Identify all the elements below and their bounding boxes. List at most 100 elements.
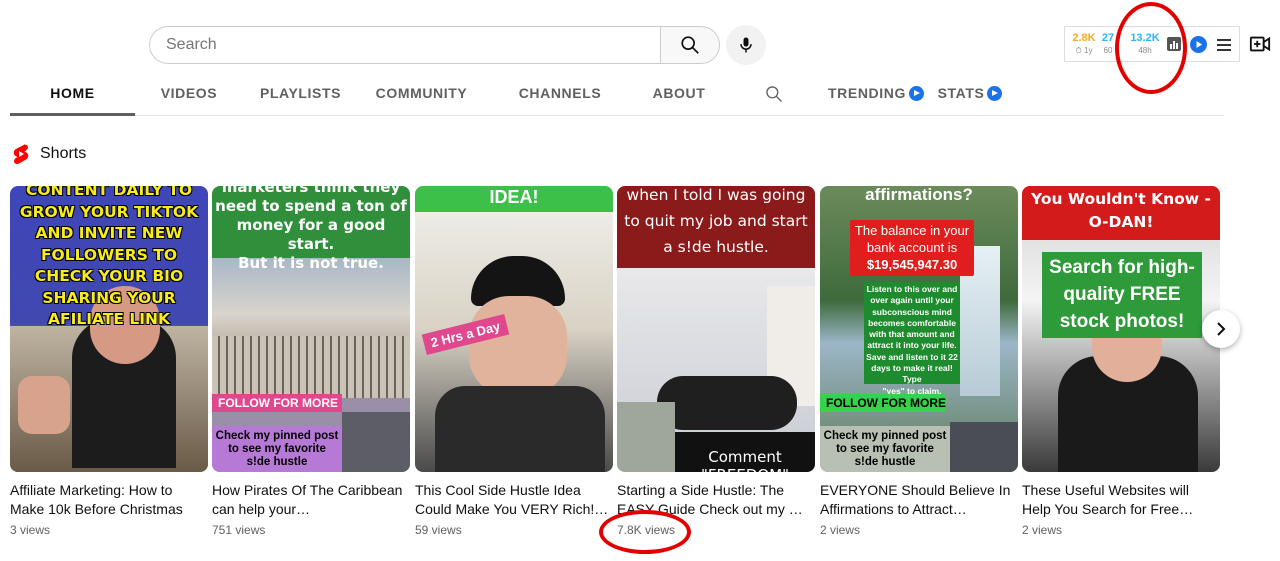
tab-trending-label: TRENDING <box>828 85 906 101</box>
overlay-line: affirmations? <box>865 186 973 204</box>
short-title[interactable]: EVERYONE Should Believe In Affirmations … <box>820 481 1018 519</box>
short-views: 751 views <box>212 523 266 537</box>
short-item[interactable]: affirmations? The balance in your bank a… <box>820 186 1018 537</box>
tab-stats-label: STATS <box>937 85 985 101</box>
microphone-icon <box>740 37 752 53</box>
stat-1y-label-text: 1y <box>1084 46 1093 55</box>
comment-prompt: Comment "FREEDOM" <box>701 448 789 472</box>
overlay-line: SHARING YOUR <box>42 288 176 307</box>
tab-playlists[interactable]: PLAYLISTS <box>243 72 358 116</box>
create-video-icon[interactable] <box>1249 33 1271 55</box>
pinned-note: Check my pinned post to see my favorite … <box>212 426 342 472</box>
stat-1y-value: 2.8K <box>1072 32 1096 44</box>
play-badge-icon[interactable] <box>1190 36 1207 53</box>
annotation-circle <box>1115 2 1187 94</box>
overlay-line: AND INVITE NEW <box>35 224 183 242</box>
listen-line: with that amount and <box>869 329 955 340</box>
listen-box: Listen to this over and over again until… <box>864 282 960 396</box>
pinned-note: Check my pinned post to see my favorite … <box>820 426 950 472</box>
overlay-line: But it is not true. <box>238 254 384 272</box>
balance-line: The balance in your <box>854 223 970 238</box>
tab-channels[interactable]: CHANNELS <box>508 72 612 116</box>
listen-line: days to make it real! Type <box>871 363 953 385</box>
tab-trending[interactable]: TRENDING <box>826 72 926 116</box>
short-views: 59 views <box>415 523 462 537</box>
short-title[interactable]: How Pirates Of The Caribbean can help yo… <box>212 481 410 519</box>
short-thumbnail[interactable]: You Wouldn't Know - O-DAN! Search for hi… <box>1022 186 1220 472</box>
overlay-line: when I told I was going <box>626 186 806 204</box>
search-button[interactable] <box>660 26 720 64</box>
short-thumbnail[interactable]: when I told I was going to quit my job a… <box>617 186 815 472</box>
overlay-line: FOLLOWERS TO <box>40 245 178 264</box>
overlay-line: money for a good start. <box>236 216 386 253</box>
listen-line: over again until your <box>870 295 954 306</box>
short-views: 2 views <box>1022 523 1063 537</box>
annotation-circle <box>599 510 691 554</box>
short-item[interactable]: marketers think they need to spend a ton… <box>212 186 410 537</box>
search-input[interactable] <box>166 36 661 54</box>
tab-videos[interactable]: VIDEOS <box>135 72 243 116</box>
tab-about[interactable]: ABOUT <box>640 72 718 116</box>
shorts-logo-icon <box>13 144 29 164</box>
overlay-line: need to spend a ton of <box>215 197 407 215</box>
play-badge-icon <box>987 85 1003 101</box>
overlay-line: CONTENT DAILY TO <box>25 186 193 199</box>
listen-line: becomes comfortable <box>868 317 956 328</box>
stat-1y: 2.8K ⏱ 1y <box>1069 33 1099 55</box>
tab-community[interactable]: COMMUNITY <box>365 72 478 116</box>
overlay-line: CHECK YOUR BIO <box>34 267 184 285</box>
overlay-line: IDEA! <box>489 187 539 207</box>
promo-line: quality FREE <box>1063 284 1181 305</box>
overlay-line: a s!de hustle. <box>663 238 769 256</box>
search-box[interactable] <box>149 26 661 64</box>
short-thumbnail[interactable]: marketers think they need to spend a ton… <box>212 186 410 472</box>
short-item[interactable]: You Wouldn't Know - O-DAN! Search for hi… <box>1022 186 1220 537</box>
channel-tabs: HOME VIDEOS PLAYLISTS COMMUNITY CHANNELS… <box>10 72 1224 116</box>
tab-stats[interactable]: STATS <box>935 72 1005 116</box>
short-title[interactable]: This Cool Side Hustle Idea Could Make Yo… <box>415 481 613 519</box>
pinned-line: Check my pinned post <box>215 430 339 442</box>
promo-line: stock photos! <box>1059 311 1185 332</box>
shelf-next-button[interactable] <box>1202 310 1240 348</box>
pinned-line: to see my favorite <box>836 443 934 455</box>
stat-1y-label: ⏱ 1y <box>1075 46 1093 55</box>
channel-search-icon[interactable] <box>764 84 784 104</box>
search-promo-box: Search for high- quality FREE stock phot… <box>1042 252 1202 338</box>
short-views: 3 views <box>10 523 51 537</box>
listen-line: Save and listen to it 22 <box>866 351 958 362</box>
shorts-title: Shorts <box>40 145 87 162</box>
listen-line: subconscious mind <box>872 306 952 317</box>
short-thumbnail[interactable]: affirmations? The balance in your bank a… <box>820 186 1018 472</box>
balance-line: $19,545,947.30 <box>866 257 958 272</box>
short-thumbnail[interactable]: CONTENT DAILY TO GROW YOUR TIKTOK AND IN… <box>10 186 208 472</box>
short-title[interactable]: These Useful Websites will Help You Sear… <box>1022 481 1220 519</box>
voice-search-button[interactable] <box>726 25 766 65</box>
pinned-line: Check my pinned post <box>823 430 947 442</box>
pinned-line: s!de hustle <box>246 456 308 468</box>
pinned-line: to see my favorite <box>228 443 326 455</box>
balance-line: bank account is <box>866 240 958 255</box>
short-title[interactable]: Affiliate Marketing: How to Make 10k Bef… <box>10 481 208 519</box>
balance-box: The balance in your bank account is $19,… <box>850 220 974 276</box>
shorts-header: Shorts <box>12 143 86 165</box>
listen-line: Listen to this over and <box>866 284 958 294</box>
overlay-line: to quit my job and start <box>624 212 808 230</box>
short-views: 2 views <box>820 523 861 537</box>
overlay-line: GROW YOUR TIKTOK <box>19 202 199 221</box>
follow-banner: FOLLOW FOR MORE <box>212 394 342 412</box>
overlay-line: marketers think they <box>221 186 401 196</box>
short-item[interactable]: when I told I was going to quit my job a… <box>617 186 815 537</box>
promo-line: Search for high- <box>1049 257 1195 278</box>
play-badge-icon <box>908 85 924 101</box>
overlay-line: AFILIATE LINK <box>48 310 170 328</box>
chevron-right-icon <box>1217 322 1226 336</box>
short-thumbnail[interactable]: IDEA! 2 Hrs a Day <box>415 186 613 472</box>
listen-line: attract it into your life. <box>867 340 957 351</box>
overlay-line: O-DAN! <box>1088 213 1154 231</box>
search-icon <box>681 36 699 54</box>
menu-icon[interactable] <box>1217 39 1231 51</box>
tab-home[interactable]: HOME <box>10 72 135 116</box>
short-item[interactable]: IDEA! 2 Hrs a Day This Cool Side Hustle … <box>415 186 613 537</box>
short-item[interactable]: CONTENT DAILY TO GROW YOUR TIKTOK AND IN… <box>10 186 208 537</box>
pinned-line: s!de hustle <box>854 456 916 468</box>
